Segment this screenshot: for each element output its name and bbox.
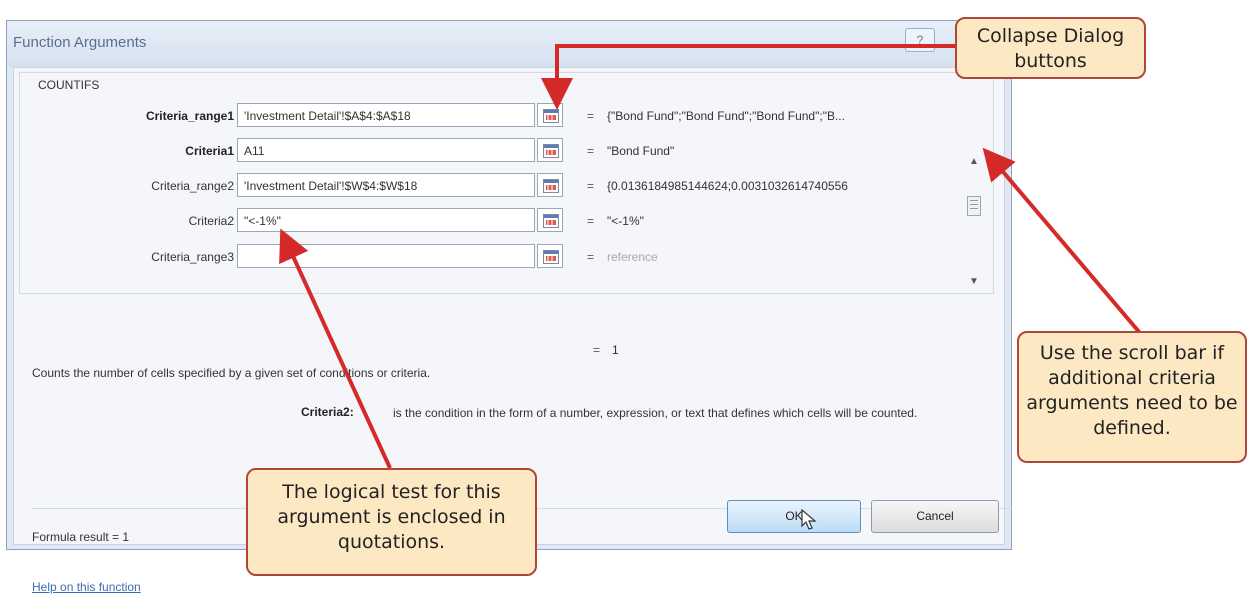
- collapse-callout-arrow: [541, 44, 955, 110]
- collapse-dialog-callout: Collapse Dialog buttons: [955, 17, 1146, 79]
- annotation-arrows: [279, 44, 1142, 469]
- quotes-callout-arrow: [279, 228, 392, 469]
- help-on-function-link[interactable]: Help on this function: [32, 580, 141, 594]
- scroll-callout-arrow: [982, 147, 1142, 335]
- quotations-callout: The logical test for this argument is en…: [246, 468, 537, 576]
- scroll-bar-callout: Use the scroll bar if additional criteri…: [1017, 331, 1247, 463]
